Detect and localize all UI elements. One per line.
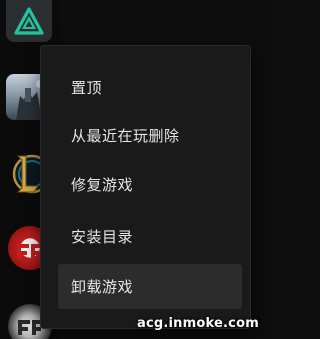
menu-item-install-directory[interactable]: 安装目录 <box>58 214 242 259</box>
triangle-logo-icon <box>14 7 44 35</box>
menu-item-pin[interactable]: 置顶 <box>58 65 242 110</box>
menu-item-label: 安装目录 <box>71 228 134 246</box>
game-launcher-screen: 置顶 从最近在玩删除 修复游戏 安装目录 卸载游戏 acg.inmoke.com <box>0 0 273 339</box>
menu-item-label: 置顶 <box>71 79 103 97</box>
menu-item-label: 卸载游戏 <box>71 278 134 296</box>
context-menu: 置顶 从最近在玩删除 修复游戏 安装目录 卸载游戏 <box>40 45 251 329</box>
menu-item-uninstall-game[interactable]: 卸载游戏 <box>58 264 242 309</box>
menu-item-remove-from-recent[interactable]: 从最近在玩删除 <box>58 113 242 158</box>
menu-item-label: 修复游戏 <box>71 176 134 194</box>
sidebar-app-active[interactable] <box>6 0 52 42</box>
menu-item-repair-game[interactable]: 修复游戏 <box>58 162 242 207</box>
watermark: acg.inmoke.com <box>137 316 259 331</box>
menu-item-label: 从最近在玩删除 <box>71 127 180 145</box>
